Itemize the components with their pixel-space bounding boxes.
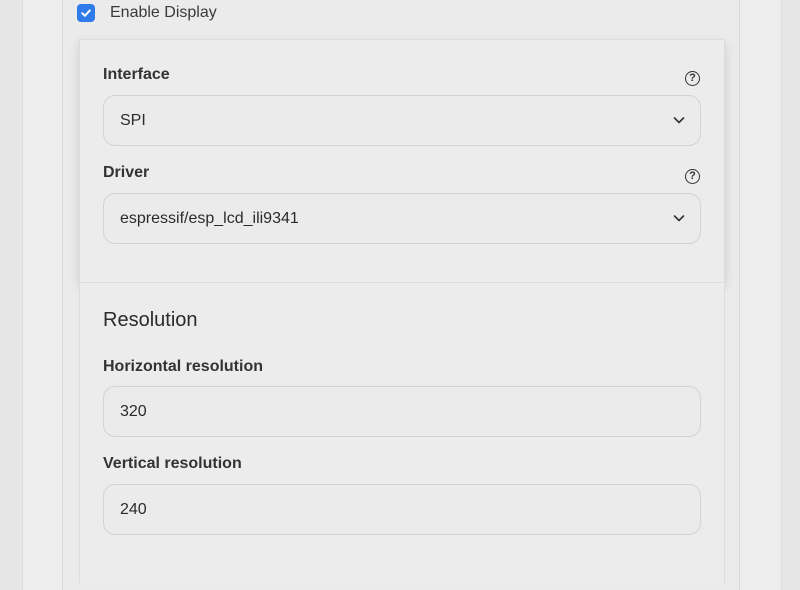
- horizontal-resolution-input[interactable]: 320: [103, 386, 701, 437]
- horizontal-resolution-value: 320: [120, 402, 147, 420]
- driver-help-icon[interactable]: ?: [685, 169, 700, 184]
- interface-label: Interface: [103, 66, 170, 83]
- vertical-resolution-label: Vertical resolution: [103, 455, 242, 472]
- vertical-resolution-value: 240: [120, 500, 147, 518]
- driver-selected-value: espressif/esp_lcd_ili9341: [120, 209, 299, 227]
- interface-help-icon[interactable]: ?: [685, 71, 700, 86]
- resolution-section-title: Resolution: [103, 309, 198, 331]
- interface-selected-value: SPI: [120, 111, 146, 129]
- interface-select[interactable]: SPI: [103, 95, 701, 146]
- driver-label: Driver: [103, 164, 150, 181]
- enable-display-checkbox-row[interactable]: Enable Display: [77, 2, 217, 24]
- driver-select[interactable]: espressif/esp_lcd_ili9341: [103, 193, 701, 244]
- enable-display-checkbox[interactable]: [77, 4, 95, 22]
- enable-display-label: Enable Display: [110, 4, 217, 21]
- chevron-down-icon: [673, 117, 685, 124]
- checkmark-icon: [81, 9, 91, 17]
- chevron-down-icon: [673, 215, 685, 222]
- interface-driver-card: [79, 39, 725, 283]
- horizontal-resolution-label: Horizontal resolution: [103, 358, 263, 375]
- vertical-resolution-input[interactable]: 240: [103, 484, 701, 535]
